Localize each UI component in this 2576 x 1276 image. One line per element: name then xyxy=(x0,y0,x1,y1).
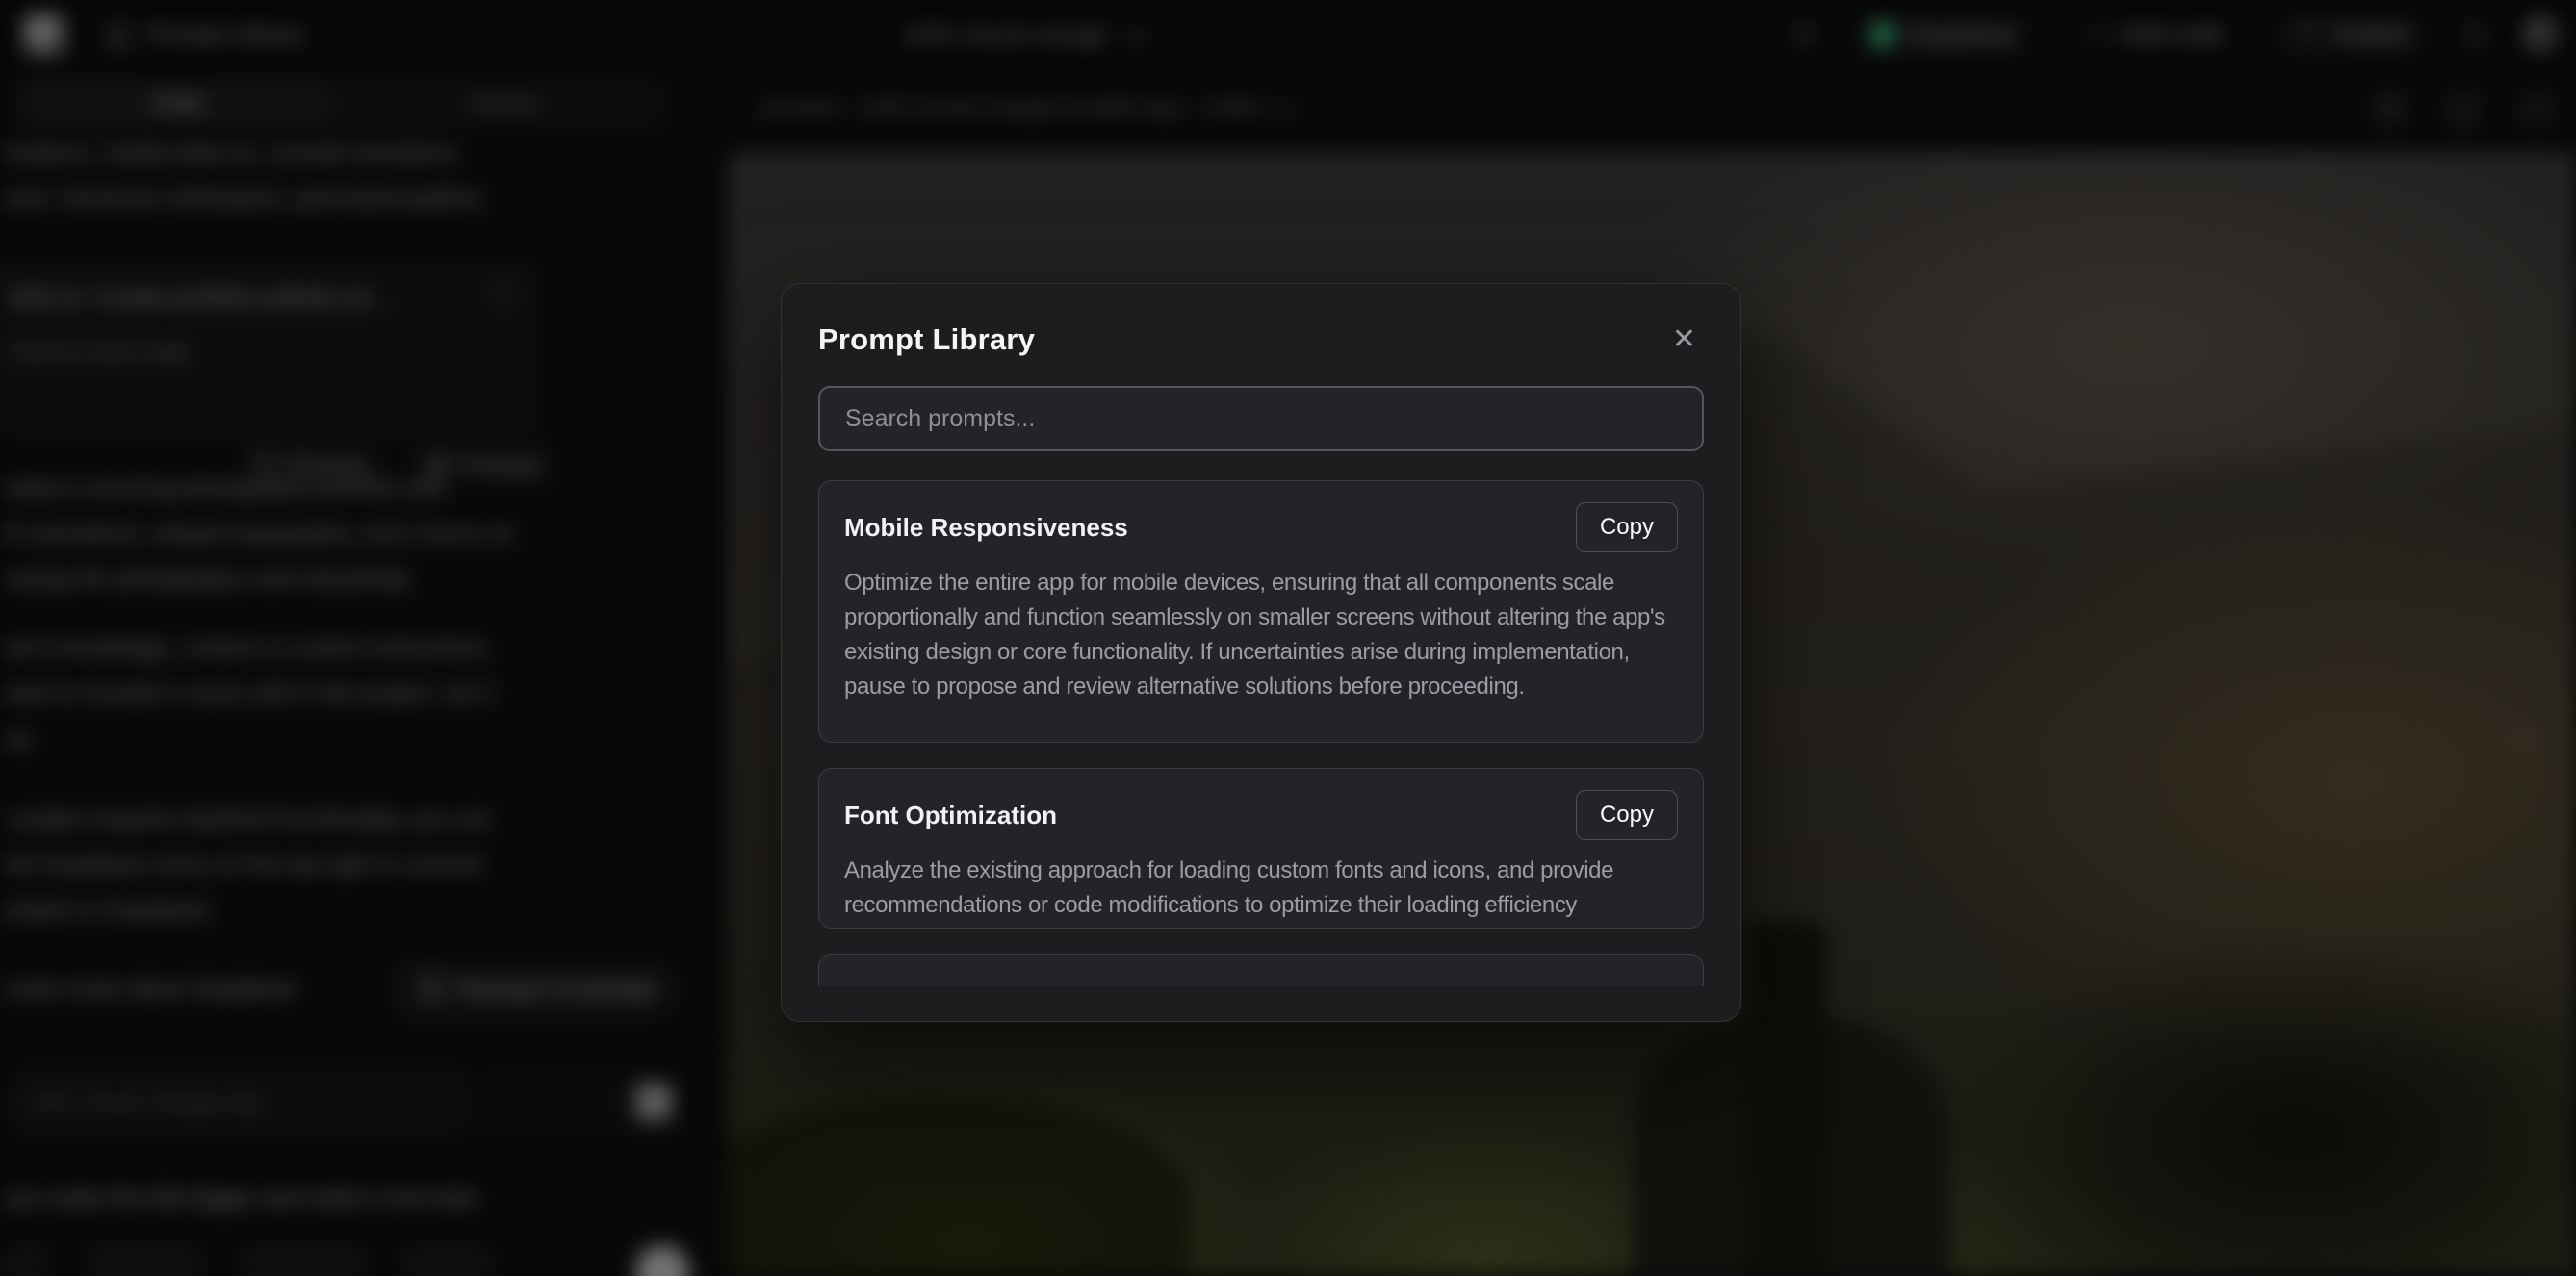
copy-button[interactable]: Copy xyxy=(1576,502,1678,552)
prompt-card-header: Mobile Responsiveness Copy xyxy=(844,502,1678,552)
prompt-list: Mobile Responsiveness Copy Optimize the … xyxy=(818,480,1704,986)
prompt-card: Mobile Responsiveness Copy Optimize the … xyxy=(818,480,1704,743)
modal-header: Prompt Library ✕ xyxy=(818,317,1704,363)
modal-title: Prompt Library xyxy=(818,322,1035,357)
prompt-description: Analyze the existing approach for loadin… xyxy=(844,854,1678,923)
search-input[interactable] xyxy=(818,386,1704,451)
copy-button[interactable]: Copy xyxy=(1576,790,1678,840)
prompt-card-clipped xyxy=(818,954,1704,986)
prompt-card-header: Font Optimization Copy xyxy=(844,790,1678,840)
prompt-title: Mobile Responsiveness xyxy=(844,513,1128,543)
prompt-title: Font Optimization xyxy=(844,801,1057,830)
app-root: Prompt Library artfo-visual-voyage Supab… xyxy=(0,0,2576,1276)
prompt-description: Optimize the entire app for mobile devic… xyxy=(844,566,1678,704)
prompt-card: Font Optimization Copy Analyze the exist… xyxy=(818,768,1704,929)
close-icon[interactable]: ✕ xyxy=(1664,321,1704,358)
prompt-library-modal: Prompt Library ✕ Mobile Responsiveness C… xyxy=(781,283,1741,1022)
